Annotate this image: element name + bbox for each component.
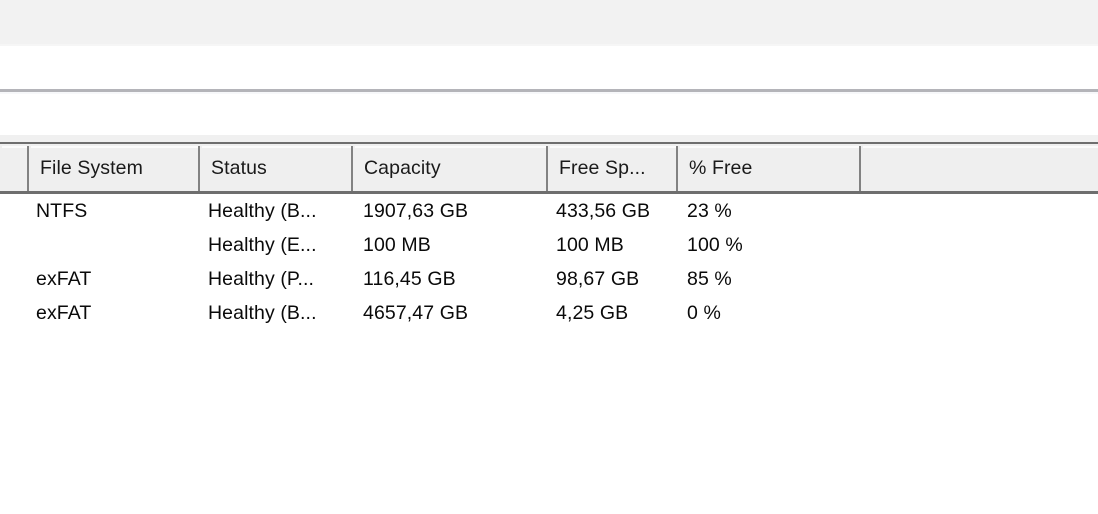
volume-table-body: NTFS Healthy (B... 1907,63 GB 433,56 GB 23 %… [0, 195, 1098, 514]
cell-capacity: 4657,47 GB [363, 302, 469, 324]
column-header-label: Free Sp... [559, 157, 646, 179]
cell-capacity: 116,45 GB [363, 268, 456, 290]
cell-free_space: 100 MB [556, 234, 624, 256]
column-header-label: File System [40, 157, 143, 179]
table-row[interactable]: Healthy (E... 100 MB 100 MB 100 % [0, 229, 1098, 263]
cell-status: Healthy (P... [208, 268, 315, 290]
cell-capacity: 100 MB [363, 234, 431, 256]
column-header-label: Status [211, 157, 267, 179]
column-header-status[interactable]: Status [198, 146, 351, 191]
column-header-file_system[interactable]: File System [27, 146, 198, 191]
column-header-trailing[interactable] [859, 146, 1098, 191]
column-header-highlight [550, 146, 676, 148]
cell-status: Healthy (B... [208, 302, 317, 324]
cell-file_system [36, 229, 198, 263]
cell-free_space: 98,67 GB [556, 268, 640, 290]
cell-percent_free: 0 % [687, 302, 721, 324]
cell-status: Healthy (E... [208, 234, 317, 256]
column-header-leading[interactable] [0, 146, 27, 191]
cell-file_system: NTFS [36, 200, 88, 222]
column-header-highlight [31, 146, 198, 148]
lower-pane-blank-area [0, 94, 1098, 135]
column-header-capacity[interactable]: Capacity [351, 146, 546, 191]
cell-percent_free: 85 % [687, 268, 732, 290]
column-header-free_space[interactable]: Free Sp... [546, 146, 676, 191]
table-row[interactable]: exFAT Healthy (P... 116,45 GB 98,67 GB 85 % [0, 263, 1098, 297]
column-header-percent_free[interactable]: % Free [676, 146, 859, 191]
upper-pane-blank-area [0, 46, 1098, 89]
column-header-row: File System Status Capacity Free Sp... % Fre… [0, 142, 1098, 194]
column-header-highlight [863, 146, 1098, 148]
column-header-label: % Free [689, 157, 753, 179]
cell-status: Healthy (B... [208, 200, 317, 222]
column-header-highlight [2, 146, 27, 148]
column-header-highlight [202, 146, 351, 148]
column-header-highlight [680, 146, 859, 148]
cell-file_system: exFAT [36, 268, 92, 290]
column-header-label: Capacity [364, 157, 441, 179]
cell-percent_free: 23 % [687, 200, 732, 222]
cell-capacity: 1907,63 GB [363, 200, 469, 222]
cell-free_space: 4,25 GB [556, 302, 629, 324]
cell-percent_free: 100 % [687, 234, 743, 256]
cell-free_space: 433,56 GB [556, 200, 651, 222]
toolbar-strip [0, 0, 1098, 44]
column-header-highlight [355, 146, 546, 148]
table-row[interactable]: exFAT Healthy (B... 4657,47 GB 4,25 GB 0 % [0, 297, 1098, 331]
list-view-top-band [0, 135, 1098, 142]
disk-management-volume-pane: File System Status Capacity Free Sp... % Fre… [0, 0, 1098, 514]
table-row[interactable]: NTFS Healthy (B... 1907,63 GB 433,56 GB 23 % [0, 195, 1098, 229]
cell-file_system: exFAT [36, 302, 92, 324]
